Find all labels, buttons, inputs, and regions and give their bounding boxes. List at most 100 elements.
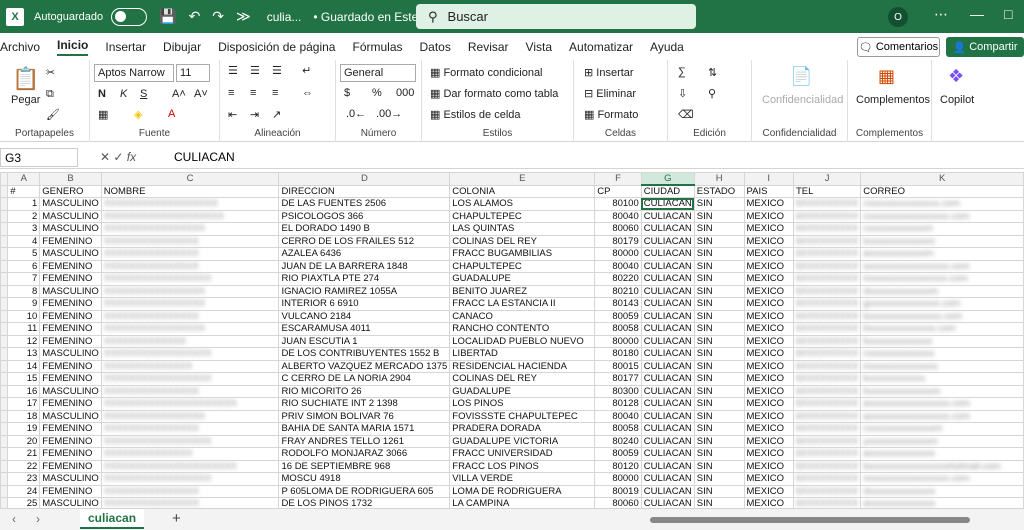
row-number[interactable] — [0, 447, 9, 461]
table-cell[interactable]: FEMENINO — [39, 309, 102, 323]
table-cell[interactable]: 80058 — [594, 422, 642, 436]
table-cell[interactable]: FRACC LA ESTANCIA II — [449, 297, 596, 311]
menu-archivo[interactable]: Archivo — [0, 40, 40, 54]
table-cell[interactable]: SIN — [693, 322, 745, 336]
table-cell[interactable]: 80019 — [594, 484, 642, 498]
row-number[interactable] — [0, 397, 9, 411]
table-cell[interactable]: fxxxxxxxxxxxxxx — [860, 334, 1024, 348]
thousands-icon[interactable]: 000 — [396, 87, 414, 99]
align-bottom-icon[interactable]: ☰ — [272, 64, 282, 77]
table-cell[interactable]: SIN — [693, 284, 745, 298]
name-box[interactable]: G3 — [0, 148, 78, 167]
increase-font-icon[interactable]: A˄ — [172, 88, 186, 100]
table-cell[interactable]: 14 — [7, 359, 41, 373]
table-cell[interactable]: FEMENINO — [39, 334, 102, 348]
table-cell[interactable]: MEXICO — [743, 347, 794, 361]
paste-button[interactable]: Pegar — [11, 94, 40, 106]
table-cell[interactable]: FEMENINO — [39, 459, 102, 473]
row-number[interactable] — [0, 459, 9, 473]
table-cell[interactable]: 10 — [7, 309, 41, 323]
table-cell[interactable]: FEMENINO — [39, 422, 102, 436]
column-header-K[interactable]: K — [860, 172, 1024, 186]
table-cell[interactable]: kxxxxxxxxxxxx — [860, 372, 1024, 386]
table-cell[interactable]: JUAN DE LA BARRERA 1848 — [278, 259, 451, 273]
find-icon[interactable]: ⚲ — [708, 87, 716, 100]
file-name[interactable]: culia... — [267, 10, 302, 24]
table-cell[interactable]: dxxxxxxxxxxxxxx — [860, 484, 1024, 498]
table-cell[interactable]: SIN — [693, 472, 745, 486]
header-cell[interactable]: COLONIA — [449, 184, 596, 198]
cut-icon[interactable]: ✂ — [46, 66, 55, 79]
table-cell[interactable]: MEXICO — [743, 297, 794, 311]
table-cell[interactable]: COLINAS DEL REY — [449, 372, 596, 386]
table-cell[interactable]: GUADALUPE — [449, 384, 596, 398]
row-number[interactable] — [0, 359, 9, 373]
table-cell[interactable]: CULIACAN — [640, 334, 695, 348]
increase-decimal-icon[interactable]: .0← — [346, 108, 366, 120]
table-cell[interactable]: 6XXXXXXXXX — [792, 447, 862, 461]
table-cell[interactable]: JUAN ESCUTIA 1 — [278, 334, 451, 348]
menu-ayuda[interactable]: Ayuda — [650, 40, 684, 54]
table-cell[interactable]: CULIACAN — [640, 222, 695, 236]
align-middle-icon[interactable]: ☰ — [250, 64, 260, 77]
table-cell[interactable]: lxxxxxxxxxxxxxm — [860, 234, 1024, 248]
table-cell[interactable]: XXXXXXXXXXXXXXXXX — [100, 472, 280, 486]
table-cell[interactable]: 80040 — [594, 259, 642, 273]
row-number[interactable] — [0, 272, 9, 286]
table-cell[interactable]: MASCULINO — [39, 209, 102, 223]
table-cell[interactable]: DE LAS FUENTES 2506 — [278, 197, 451, 211]
table-cell[interactable]: SIN — [693, 234, 745, 248]
table-cell[interactable]: 6XXXXXXXXX — [792, 297, 862, 311]
header-cell[interactable]: # — [7, 184, 41, 198]
table-cell[interactable]: 80210 — [594, 284, 642, 298]
table-cell[interactable]: 24 — [7, 484, 41, 498]
table-cell[interactable]: LOCALIDAD PUEBLO NUEVO — [449, 334, 596, 348]
table-cell[interactable]: SIN — [693, 259, 745, 273]
table-cell[interactable]: 6XXXXXXXXX — [792, 384, 862, 398]
table-cell[interactable]: ESCARAMUSA 4011 — [278, 322, 451, 336]
table-cell[interactable]: 80060 — [594, 497, 642, 508]
spreadsheet-grid[interactable]: A B C D E F G H I J K # GENERO NOMBRE DIRECCION COLONIA… — [0, 172, 1024, 508]
table-cell[interactable]: 80059 — [594, 447, 642, 461]
table-cell[interactable]: XXXXXXXXXXXXXXXXXXXXX — [100, 459, 280, 473]
align-top-icon[interactable]: ☰ — [228, 64, 238, 77]
header-cell[interactable]: NOMBRE — [100, 184, 280, 198]
italic-icon[interactable]: K — [120, 88, 127, 100]
table-cell[interactable]: 7 — [7, 272, 41, 286]
table-cell[interactable]: 6XXXXXXXXX — [792, 422, 862, 436]
table-cell[interactable]: SIN — [693, 384, 745, 398]
table-cell[interactable]: PRIV SIMON BOLIVAR 76 — [278, 409, 451, 423]
table-cell[interactable]: 80128 — [594, 397, 642, 411]
table-cell[interactable]: 6XXXXXXXXX — [792, 334, 862, 348]
menu-vista[interactable]: Vista — [526, 40, 552, 54]
table-cell[interactable]: DE LOS CONTRIBUYENTES 1552 B — [278, 347, 451, 361]
row-number[interactable] — [0, 422, 9, 436]
column-header-J[interactable]: J — [792, 172, 862, 186]
table-cell[interactable]: FRAY ANDRES TELLO 1261 — [278, 434, 451, 448]
table-cell[interactable]: mxxxxxxxxxxxxxxxx.com — [860, 272, 1024, 286]
copy-icon[interactable]: ⧉ — [46, 88, 54, 101]
redo-icon[interactable]: ↷ — [212, 8, 224, 25]
table-cell[interactable]: MASCULINO — [39, 409, 102, 423]
table-cell[interactable]: SIN — [693, 334, 745, 348]
row-number[interactable] — [0, 484, 9, 498]
table-cell[interactable]: GUADALUPE — [449, 272, 596, 286]
row-number[interactable] — [0, 322, 9, 336]
menu-dibujar[interactable]: Dibujar — [163, 40, 201, 54]
save-status[interactable]: • Guardado en Este... — [313, 10, 428, 24]
table-cell[interactable]: 6XXXXXXXXX — [792, 397, 862, 411]
table-cell[interactable]: MEXICO — [743, 247, 794, 261]
underline-icon[interactable]: S — [140, 88, 147, 100]
table-cell[interactable]: LA CAMPINA — [449, 497, 596, 508]
menu-revisar[interactable]: Revisar — [468, 40, 509, 54]
row-number[interactable] — [0, 222, 9, 236]
header-cell[interactable]: ESTADO — [693, 184, 745, 198]
table-cell[interactable]: cxxxxxxxxxxxxxx — [860, 347, 1024, 361]
format-table-button[interactable]: ▦ Dar formato como tabla — [430, 87, 558, 100]
table-cell[interactable]: 80040 — [594, 409, 642, 423]
row-number[interactable] — [0, 334, 9, 348]
table-cell[interactable]: MEXICO — [743, 322, 794, 336]
table-cell[interactable]: FRACC BUGAMBILIAS — [449, 247, 596, 261]
table-cell[interactable]: SIN — [693, 359, 745, 373]
table-cell[interactable]: ALBERTO VAZQUEZ MERCADO 1375 — [278, 359, 451, 373]
